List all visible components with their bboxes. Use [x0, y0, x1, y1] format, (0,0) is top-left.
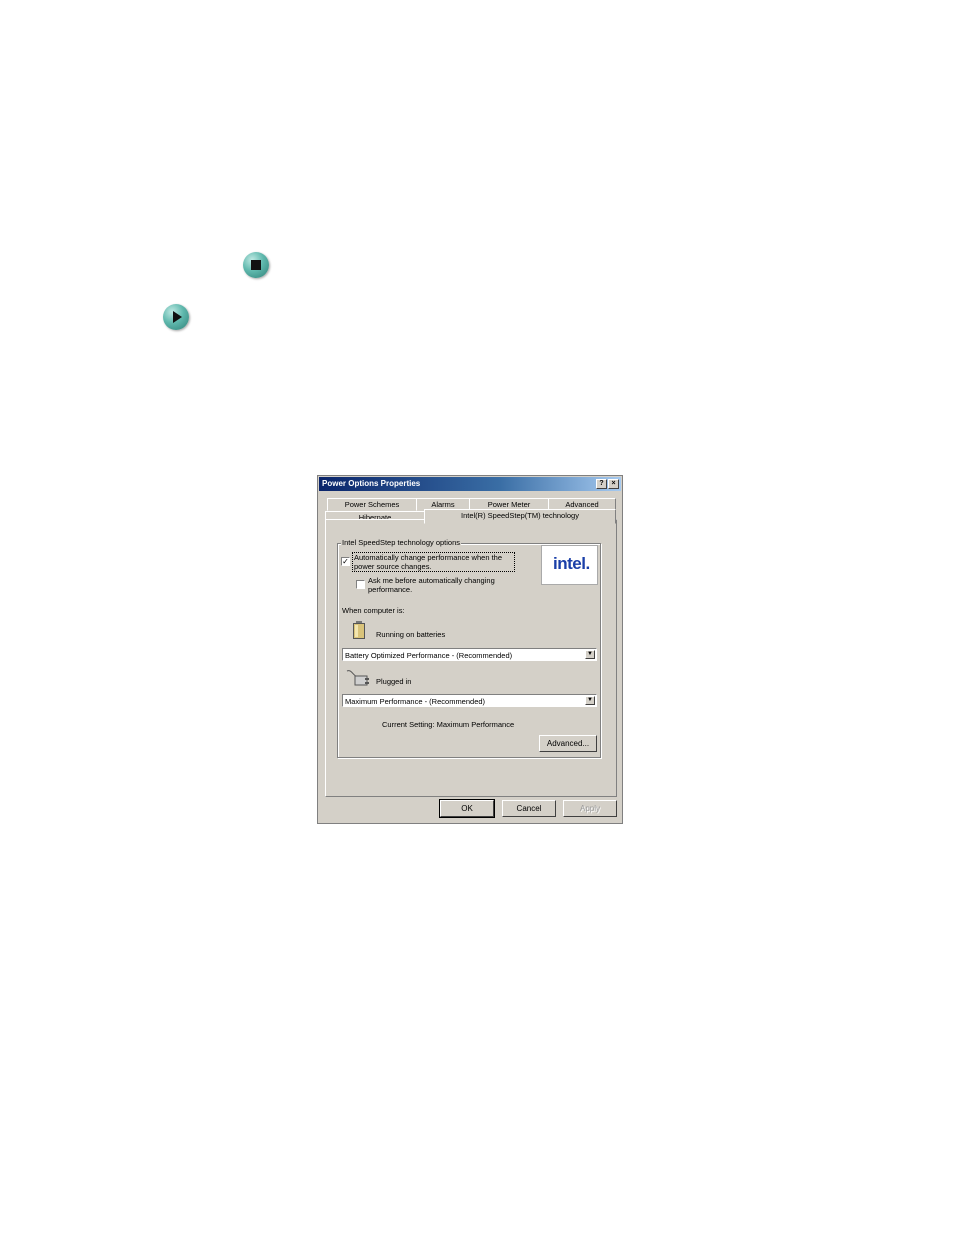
group-label: Intel SpeedStep technology options	[341, 538, 462, 547]
battery-icon	[353, 621, 365, 639]
auto-change-label-line1: Automatically change performance when th…	[354, 553, 503, 562]
battery-scheme-value: Battery Optimized Performance - (Recomme…	[345, 651, 513, 660]
play-arrow-icon	[163, 304, 189, 330]
dialog-title: Power Options Properties	[322, 479, 421, 488]
ask-before-label-line1: Ask me before automatically changing	[368, 576, 495, 585]
apply-button[interactable]: Apply	[563, 800, 617, 817]
dropdown-arrow-icon[interactable]: ▼	[585, 696, 595, 705]
title-bar[interactable]: Power Options Properties ? ×	[319, 477, 621, 491]
tab-intel-speedstep[interactable]: Intel(R) SpeedStep(TM) technology	[424, 509, 616, 524]
tab-power-schemes[interactable]: Power Schemes	[327, 498, 417, 511]
plugged-scheme-select[interactable]: Maximum Performance - (Recommended) ▼	[342, 694, 597, 707]
intel-logo: intel.	[541, 545, 598, 585]
batteries-label: Running on batteries	[376, 630, 446, 639]
when-computer-label: When computer is:	[342, 606, 405, 615]
auto-change-label-line2: power source changes.	[354, 562, 432, 571]
close-button[interactable]: ×	[608, 479, 619, 489]
ask-before-checkbox[interactable]	[356, 580, 365, 589]
plugged-scheme-value: Maximum Performance - (Recommended)	[345, 697, 486, 706]
plug-icon	[346, 670, 369, 686]
auto-change-checkbox[interactable]: ✓	[341, 557, 350, 566]
cancel-button[interactable]: Cancel	[502, 800, 556, 817]
help-button[interactable]: ?	[596, 479, 607, 489]
plugged-label: Plugged in	[376, 677, 412, 686]
battery-scheme-select[interactable]: Battery Optimized Performance - (Recomme…	[342, 648, 597, 661]
current-setting-text: Current Setting: Maximum Performance	[382, 720, 515, 729]
ok-button[interactable]: OK	[439, 799, 495, 818]
advanced-button[interactable]: Advanced...	[539, 735, 597, 752]
stop-icon	[243, 252, 269, 278]
dropdown-arrow-icon[interactable]: ▼	[585, 650, 595, 659]
ask-before-label-line2: performance.	[368, 585, 413, 594]
